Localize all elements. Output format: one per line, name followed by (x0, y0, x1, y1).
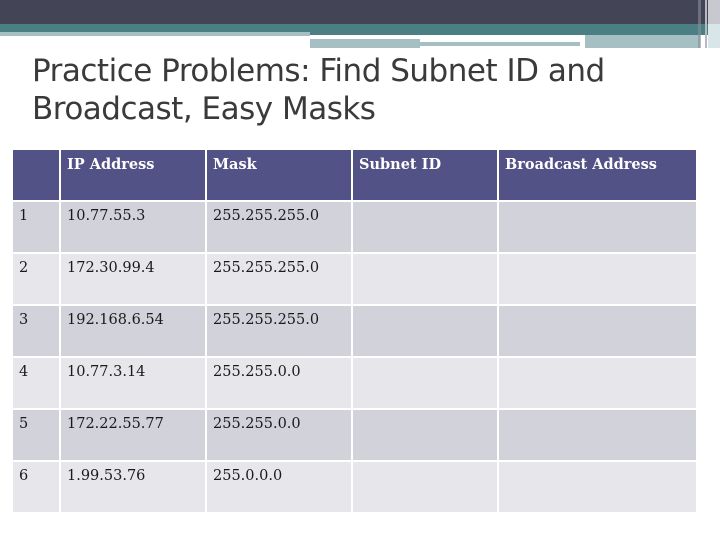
mask-cell: 255.255.255.0 (207, 254, 351, 304)
row-number: 2 (13, 254, 59, 304)
table-row: 1 10.77.55.3 255.255.255.0 (13, 202, 696, 252)
subnet-id-cell (353, 462, 497, 512)
header-mask: Mask (207, 150, 351, 200)
table-header-row: IP Address Mask Subnet ID Broadcast Addr… (13, 150, 696, 200)
decor-vertical-bar (708, 24, 720, 48)
subnet-id-cell (353, 306, 497, 356)
row-number: 5 (13, 410, 59, 460)
ip-address-cell: 1.99.53.76 (61, 462, 205, 512)
ip-address-cell: 172.22.55.77 (61, 410, 205, 460)
broadcast-cell (499, 202, 696, 252)
table-row: 3 192.168.6.54 255.255.255.0 (13, 306, 696, 356)
broadcast-cell (499, 462, 696, 512)
mask-cell: 255.255.0.0 (207, 410, 351, 460)
ip-address-cell: 10.77.55.3 (61, 202, 205, 252)
header-subnet-id: Subnet ID (353, 150, 497, 200)
slide-title: Practice Problems: Find Subnet ID and Br… (32, 53, 605, 127)
mask-cell: 255.255.255.0 (207, 306, 351, 356)
table-row: 6 1.99.53.76 255.0.0.0 (13, 462, 696, 512)
ip-address-cell: 192.168.6.54 (61, 306, 205, 356)
decor-vertical-bar (705, 0, 707, 48)
header-broadcast-address: Broadcast Address (499, 150, 696, 200)
table-row: 4 10.77.3.14 255.255.0.0 (13, 358, 696, 408)
table-row: 2 172.30.99.4 255.255.255.0 (13, 254, 696, 304)
header-bar (0, 0, 720, 24)
accent-stripe-light (0, 32, 310, 36)
subnet-id-cell (353, 254, 497, 304)
broadcast-cell (499, 306, 696, 356)
header-ip-address: IP Address (61, 150, 205, 200)
broadcast-cell (499, 254, 696, 304)
accent-block (585, 35, 700, 48)
subnet-id-cell (353, 202, 497, 252)
accent-stripe-segment (420, 42, 580, 46)
row-number: 6 (13, 462, 59, 512)
practice-table: IP Address Mask Subnet ID Broadcast Addr… (11, 148, 698, 514)
ip-address-cell: 172.30.99.4 (61, 254, 205, 304)
accent-stripe-segment (310, 39, 420, 48)
mask-cell: 255.255.255.0 (207, 202, 351, 252)
table-row: 5 172.22.55.77 255.255.0.0 (13, 410, 696, 460)
header-number (13, 150, 59, 200)
row-number: 3 (13, 306, 59, 356)
broadcast-cell (499, 410, 696, 460)
row-number: 4 (13, 358, 59, 408)
ip-address-cell: 10.77.3.14 (61, 358, 205, 408)
subnet-id-cell (353, 358, 497, 408)
row-number: 1 (13, 202, 59, 252)
mask-cell: 255.0.0.0 (207, 462, 351, 512)
subnet-id-cell (353, 410, 497, 460)
broadcast-cell (499, 358, 696, 408)
mask-cell: 255.255.0.0 (207, 358, 351, 408)
decor-vertical-bar (698, 0, 701, 48)
